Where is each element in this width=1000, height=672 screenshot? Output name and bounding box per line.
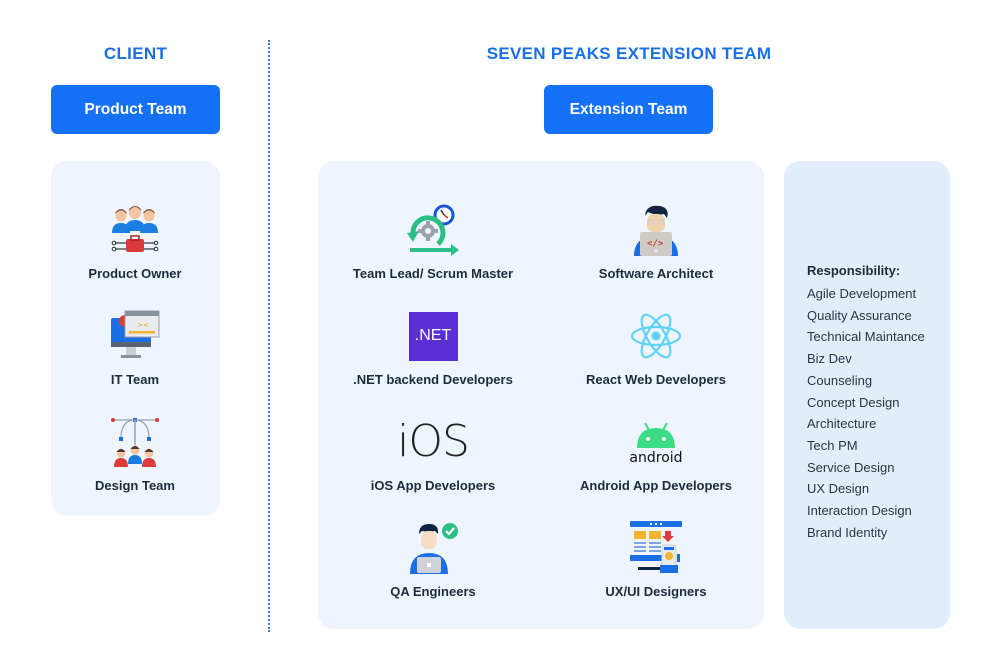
scrum-cycle-icon [401, 202, 465, 258]
responsibility-item: Brand Identity [807, 524, 888, 540]
role-label: React Web Developers [586, 372, 726, 387]
role-ios-developers: iOS iOS App Developers [333, 414, 533, 494]
extension-team-button[interactable]: Extension Team [544, 85, 713, 134]
svg-text:</>: </> [647, 239, 664, 249]
role-label: Team Lead/ Scrum Master [352, 266, 514, 281]
design-team-icon [103, 414, 167, 470]
computer-code-icon: >< [103, 308, 167, 364]
role-dotnet-developers: .NET .NET backend Developers [333, 308, 533, 387]
client-heading: CLIENT [103, 44, 168, 63]
svg-text:><: >< [137, 321, 149, 329]
role-software-architect: </> Software Architect [556, 202, 756, 281]
responsibility-item: Tech PM [807, 437, 858, 453]
responsibility-item: Technical Maintance [807, 329, 925, 345]
role-react-developers: React Web Developers [556, 308, 756, 387]
responsibility-item: Biz Dev [807, 351, 852, 367]
responsibility-item: Counseling [807, 372, 873, 388]
android-logo-icon: android [624, 414, 688, 470]
role-label: iOS App Developers [370, 478, 496, 493]
developer-avatar-icon: </> [624, 202, 688, 258]
dotnet-logo-icon: .NET [401, 308, 465, 364]
ios-logo-text: iOS [397, 416, 470, 467]
role-ux-ui-designers: UX/UI Designers [556, 520, 756, 599]
android-logo-text: android [629, 449, 683, 466]
role-android-developers: android Android App Developers [556, 414, 756, 493]
role-label: QA Engineers [390, 584, 476, 599]
responsibility-item: Quality Assurance [807, 307, 912, 323]
role-product-owner: Product Owner [35, 202, 235, 281]
role-label: .NET backend Developers [353, 372, 513, 387]
responsibility-item: Service Design [807, 459, 895, 475]
product-team-button[interactable]: Product Team [51, 85, 220, 134]
react-logo-icon [624, 308, 688, 364]
ios-logo-icon: iOS [397, 414, 470, 470]
responsibility-item: Architecture [807, 416, 877, 432]
role-design-team: Design Team [35, 414, 235, 493]
dotnet-logo-text: .NET [408, 311, 458, 361]
responsibility-item: UX Design [807, 481, 870, 497]
role-label: Product Owner [88, 266, 182, 281]
team-briefcase-icon [103, 202, 167, 258]
role-label: IT Team [110, 372, 160, 387]
role-it-team: >< IT Team [35, 308, 235, 387]
extension-team-heading: SEVEN PEAKS EXTENSION TEAM [486, 44, 772, 63]
role-label: UX/UI Designers [605, 584, 707, 599]
section-divider [268, 40, 270, 632]
responsibility-list: Agile Development Quality Assurance Tech… [807, 283, 925, 543]
qa-engineer-icon [401, 520, 465, 576]
responsibility-item: Interaction Design [807, 503, 912, 519]
role-label: Design Team [95, 478, 175, 493]
responsibility-title: Responsibility: [807, 263, 901, 278]
role-qa-engineers: QA Engineers [333, 520, 533, 599]
role-team-lead: Team Lead/ Scrum Master [333, 202, 533, 281]
ux-ui-design-icon [624, 520, 688, 576]
responsibility-item: Concept Design [807, 394, 900, 410]
role-label: Android App Developers [580, 478, 732, 493]
responsibility-item: Agile Development [807, 286, 917, 301]
role-label: Software Architect [598, 266, 714, 281]
